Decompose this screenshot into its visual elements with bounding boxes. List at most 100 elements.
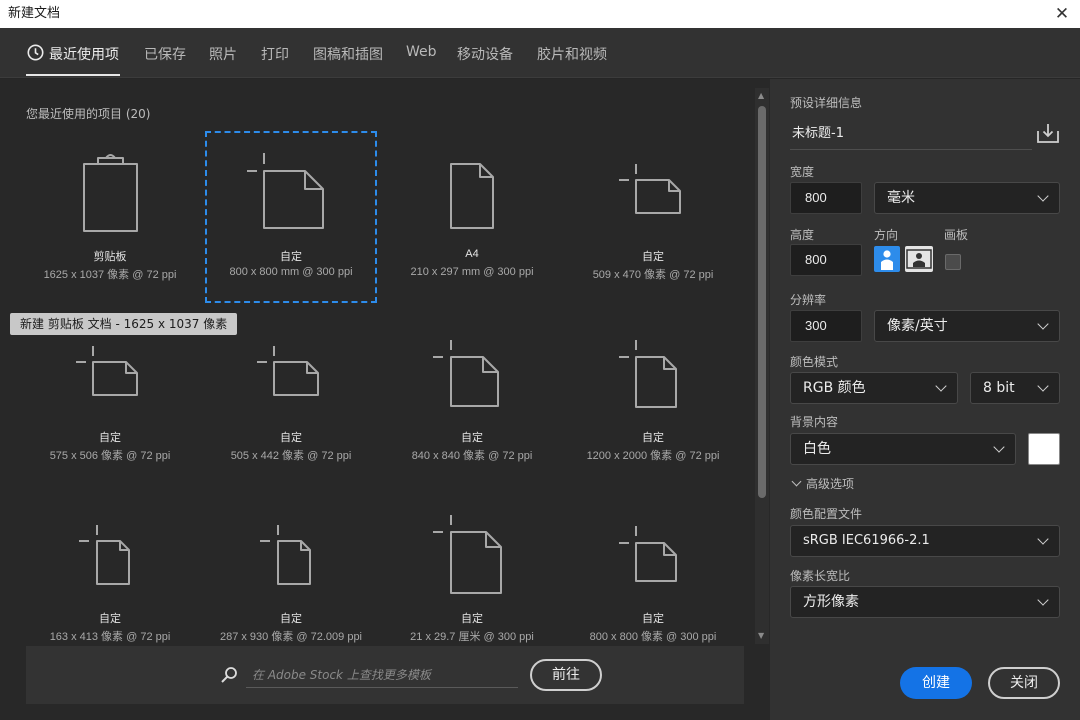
width-unit-value: 毫米: [887, 190, 915, 206]
advanced-options-label: 高级选项: [806, 477, 855, 491]
advanced-options-toggle[interactable]: 高级选项: [790, 475, 854, 492]
stock-search-input[interactable]: 在 Adobe Stock 上查找更多模板: [246, 664, 518, 688]
background-value: 白色: [803, 441, 831, 457]
width-input[interactable]: 800: [790, 182, 862, 214]
preset-name: 自定: [280, 251, 302, 263]
artboard-label: 画板: [944, 228, 969, 242]
preset-meta: 163 x 413 像素 @ 72 ppi: [49, 631, 171, 643]
create-button[interactable]: 创建: [900, 667, 972, 699]
resolution-label: 分辨率: [790, 293, 827, 307]
tab-photo[interactable]: 照片: [209, 44, 237, 64]
preset-name: 自定: [642, 613, 664, 625]
preset-name: 自定: [280, 432, 302, 444]
bit-depth-select[interactable]: 8 bit: [970, 372, 1060, 404]
width-unit-select[interactable]: 毫米: [874, 182, 1060, 214]
preset-meta: 21 x 29.7 厘米 @ 300 ppi: [410, 631, 534, 643]
recent-count: (20): [125, 107, 151, 121]
landscape-icon: [906, 249, 932, 269]
stock-search-bar: 在 Adobe Stock 上查找更多模板 前往: [26, 646, 744, 704]
preset-name: 自定: [280, 613, 302, 625]
scrollbar-thumb[interactable]: [758, 106, 766, 498]
preset-name: 剪贴板: [93, 251, 127, 263]
preset-meta: 575 x 506 像素 @ 72 ppi: [49, 450, 171, 462]
preset-card[interactable]: 自定 840 x 840 像素 @ 72 ppi: [388, 314, 556, 482]
tab-art-illustration[interactable]: 图稿和插图: [313, 44, 383, 64]
tab-recent[interactable]: 最近使用项: [49, 44, 119, 64]
tab-film-video[interactable]: 胶片和视频: [537, 44, 607, 64]
preset-card[interactable]: 自定 509 x 470 像素 @ 72 ppi: [569, 133, 737, 301]
chevron-down-icon: [1037, 533, 1049, 545]
window-titlebar: 新建文档 ✕: [0, 0, 1080, 28]
scroll-up-icon[interactable]: ▲: [758, 91, 764, 100]
tab-mobile[interactable]: 移动设备: [457, 44, 513, 64]
preset-name: 自定: [642, 432, 664, 444]
preset-card[interactable]: 自定 163 x 413 像素 @ 72 ppi: [26, 495, 194, 663]
preset-card[interactable]: 自定 800 x 800 像素 @ 300 ppi: [569, 495, 737, 663]
preset-tooltip: 新建 剪贴板 文档 - 1625 x 1037 像素: [10, 313, 238, 335]
preset-card[interactable]: 自定 287 x 930 像素 @ 72.009 ppi: [207, 495, 375, 663]
chevron-down-icon: [1037, 380, 1049, 392]
search-icon: [221, 667, 237, 683]
stock-go-button[interactable]: 前往: [530, 659, 602, 691]
pixel-aspect-value: 方形像素: [803, 594, 859, 610]
chevron-down-icon: [1037, 594, 1049, 606]
preset-name: 自定: [461, 613, 483, 625]
color-profile-select[interactable]: sRGB IEC61966-2.1: [790, 525, 1060, 557]
preset-details-title: 预设详细信息: [790, 96, 863, 110]
artboard-checkbox[interactable]: [945, 254, 961, 270]
preset-meta: 210 x 297 mm @ 300 ppi: [410, 266, 534, 278]
color-mode-label: 颜色模式: [790, 355, 839, 369]
preset-meta: 1200 x 2000 像素 @ 72 ppi: [586, 450, 720, 462]
color-mode-value: RGB 颜色: [803, 380, 866, 396]
clock-icon: [27, 44, 44, 61]
scroll-down-icon[interactable]: ▼: [758, 631, 764, 640]
presets-scrollbar[interactable]: ▲ ▼: [755, 88, 769, 644]
preset-card[interactable]: A4 210 x 297 mm @ 300 ppi: [388, 133, 556, 301]
height-input[interactable]: 800: [790, 244, 862, 276]
window-title: 新建文档: [8, 6, 61, 21]
preset-meta: 505 x 442 像素 @ 72 ppi: [230, 450, 352, 462]
preset-name: 自定: [461, 432, 483, 444]
category-tabs: 最近使用项 已保存 照片 打印 图稿和插图 Web 移动设备 胶片和视频: [0, 28, 1080, 78]
preset-meta: 287 x 930 像素 @ 72.009 ppi: [219, 631, 363, 643]
save-preset-icon[interactable]: [1036, 122, 1060, 144]
recent-heading-label: 您最近使用的项目: [26, 107, 123, 121]
color-profile-value: sRGB IEC61966-2.1: [803, 533, 930, 548]
document-name-field[interactable]: 未标题-1: [790, 120, 1032, 150]
resolution-unit-value: 像素/英寸: [887, 318, 948, 334]
pixel-aspect-select[interactable]: 方形像素: [790, 586, 1060, 618]
active-tab-indicator: [26, 74, 120, 76]
landscape-orientation-button[interactable]: [905, 246, 933, 272]
chevron-down-icon: [935, 380, 947, 392]
chevron-down-icon: [1037, 318, 1049, 330]
portrait-icon: [881, 250, 893, 270]
color-mode-select[interactable]: RGB 颜色: [790, 372, 958, 404]
tab-print[interactable]: 打印: [261, 44, 289, 64]
preset-card[interactable]: 自定 505 x 442 像素 @ 72 ppi: [207, 314, 375, 482]
bit-depth-value: 8 bit: [983, 380, 1015, 396]
chevron-down-icon: [993, 441, 1005, 453]
pixel-aspect-label: 像素长宽比: [790, 569, 851, 583]
portrait-orientation-button[interactable]: [874, 246, 900, 272]
color-profile-label: 颜色配置文件: [790, 507, 863, 521]
close-icon[interactable]: ✕: [1052, 0, 1072, 28]
resolution-input[interactable]: 300: [790, 310, 862, 342]
chevron-down-icon: [791, 476, 802, 487]
width-label: 宽度: [790, 165, 815, 179]
preset-card[interactable]: 自定 575 x 506 像素 @ 72 ppi: [26, 314, 194, 482]
background-color-swatch[interactable]: [1028, 433, 1060, 465]
tab-web[interactable]: Web: [406, 44, 437, 60]
tab-saved[interactable]: 已保存: [144, 44, 186, 64]
preset-card-selected[interactable]: 自定 800 x 800 mm @ 300 ppi: [205, 131, 377, 303]
resolution-unit-select[interactable]: 像素/英寸: [874, 310, 1060, 342]
preset-card[interactable]: 剪贴板 1625 x 1037 像素 @ 72 ppi: [26, 133, 194, 301]
preset-meta: 800 x 800 像素 @ 300 ppi: [589, 631, 717, 643]
close-button[interactable]: 关闭: [988, 667, 1060, 699]
height-label: 高度: [790, 228, 815, 242]
preset-name: A4: [465, 248, 479, 260]
preset-card[interactable]: 自定 1200 x 2000 像素 @ 72 ppi: [569, 314, 737, 482]
preset-meta: 800 x 800 mm @ 300 ppi: [229, 266, 353, 278]
background-select[interactable]: 白色: [790, 433, 1016, 465]
preset-card[interactable]: 自定 21 x 29.7 厘米 @ 300 ppi: [388, 495, 556, 663]
recent-heading: 您最近使用的项目 (20): [26, 105, 150, 122]
